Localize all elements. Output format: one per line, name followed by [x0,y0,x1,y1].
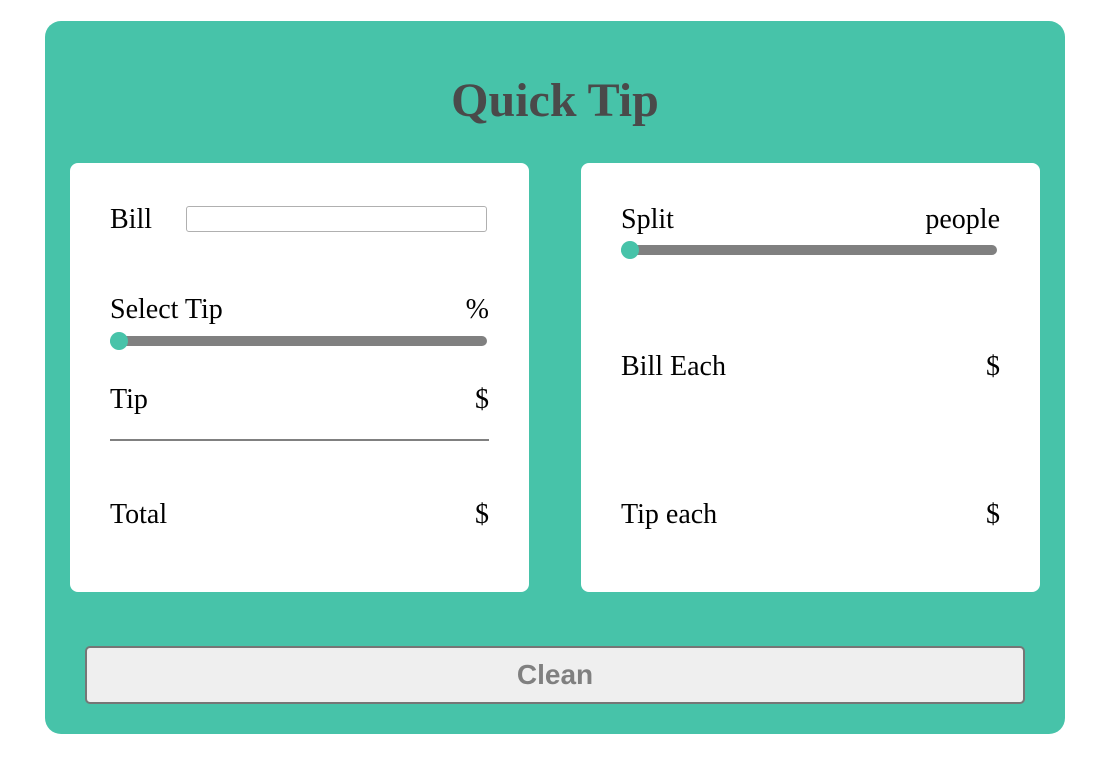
select-tip-label: Select Tip [110,294,223,325]
split-people-slider[interactable] [621,241,997,259]
tip-percent-value: % [465,294,489,325]
tip-percent-slider[interactable] [110,332,487,350]
quick-tip-app: Quick Tip Bill Select Tip % Tip $ Total … [45,21,1065,734]
tip-amount-value: $ [475,384,489,415]
split-label: Split [621,204,674,235]
total-value: $ [475,499,489,530]
divider [110,439,489,441]
tip-slider-thumb[interactable] [110,332,128,350]
clean-button[interactable]: Clean [85,646,1025,704]
tip-each-label: Tip each [621,499,718,530]
tip-each-value: $ [986,499,1000,530]
split-slider-thumb[interactable] [621,241,639,259]
bill-input[interactable] [186,206,487,232]
page-title: Quick Tip [451,74,659,127]
tip-label: Tip [110,384,148,415]
bill-each-value: $ [986,351,1000,382]
split-card: Split people Bill Each $ Tip each $ [581,163,1040,592]
bill-each-label: Bill Each [621,351,726,382]
people-value: people [925,204,1000,235]
bill-label: Bill [110,204,153,235]
tip-calculator-card: Bill Select Tip % Tip $ Total $ [70,163,529,592]
total-label: Total [110,499,168,530]
